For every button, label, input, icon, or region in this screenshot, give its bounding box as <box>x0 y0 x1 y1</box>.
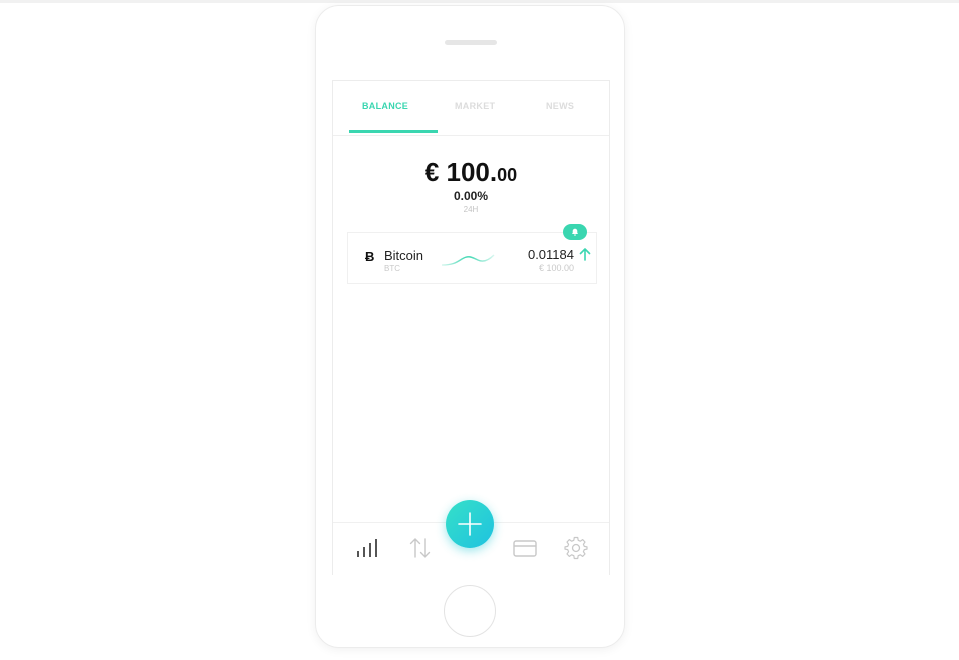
balance-cents: 00 <box>497 165 518 185</box>
coin-amount: 0.01184 <box>527 247 574 262</box>
coin-name: Bitcoin <box>384 248 424 263</box>
app-screen: BALANCE MARKET NEWS € 100.00 0.00% 24H Ƀ… <box>332 80 610 575</box>
transfer-icon[interactable] <box>408 537 432 559</box>
tab-news[interactable]: NEWS <box>546 101 574 111</box>
add-icon <box>458 512 482 536</box>
balance-period: 24H <box>463 205 479 214</box>
trend-up-icon <box>579 248 591 261</box>
settings-icon[interactable] <box>564 536 588 560</box>
active-tab-indicator <box>349 130 438 133</box>
balance-change: 0.00% <box>453 189 489 203</box>
page: BALANCE MARKET NEWS € 100.00 0.00% 24H Ƀ… <box>0 0 959 660</box>
phone-frame: BALANCE MARKET NEWS € 100.00 0.00% 24H Ƀ… <box>315 5 625 648</box>
coin-ticker: BTC <box>384 264 400 273</box>
balance-main: € 100. <box>424 157 498 187</box>
tab-market[interactable]: MARKET <box>455 101 495 111</box>
price-alert-badge[interactable] <box>563 224 587 240</box>
card-icon[interactable] <box>513 540 537 558</box>
balance-amount: € 100.00 <box>333 157 609 188</box>
top-divider <box>0 0 959 3</box>
bitcoin-icon: Ƀ <box>365 249 375 264</box>
phone-speaker <box>445 40 497 45</box>
coin-value: € 100.00 <box>538 263 574 273</box>
home-button[interactable] <box>444 585 496 637</box>
tab-balance[interactable]: BALANCE <box>362 101 408 111</box>
bell-icon <box>571 228 579 236</box>
tab-bar: BALANCE MARKET NEWS <box>333 81 609 136</box>
add-button[interactable] <box>446 500 494 548</box>
chart-icon[interactable] <box>356 538 380 558</box>
price-sparkline <box>441 254 495 266</box>
holding-card-bitcoin[interactable]: Ƀ Bitcoin BTC 0.01184 € 100.00 <box>347 224 597 284</box>
